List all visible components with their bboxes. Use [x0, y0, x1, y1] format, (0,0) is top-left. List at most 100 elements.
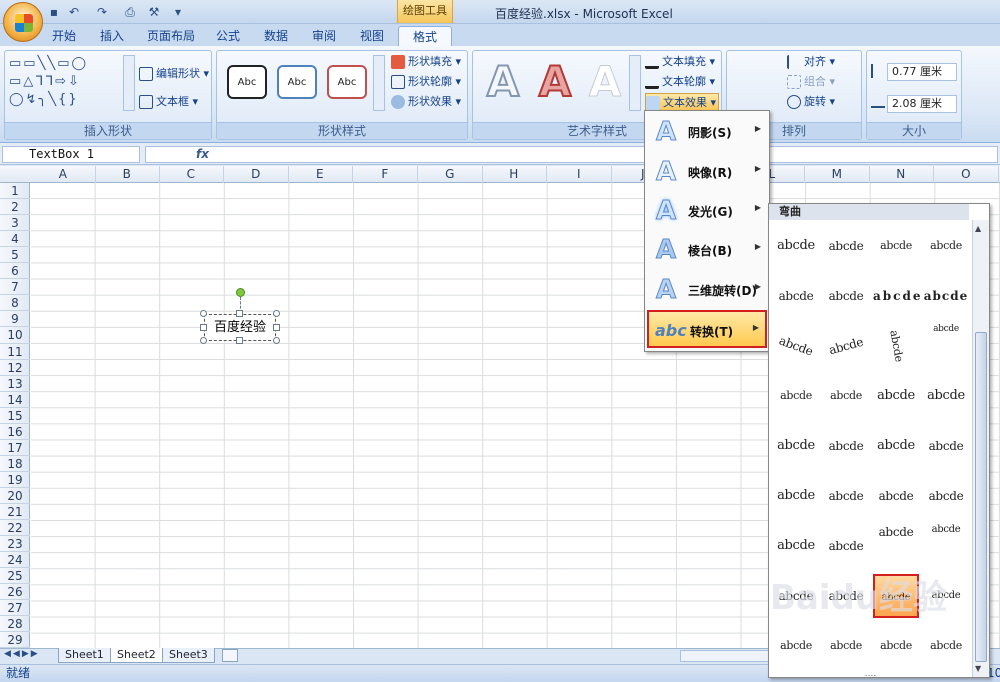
transform-style-option[interactable]: abcde [923, 374, 969, 418]
tab-page-layout[interactable]: 页面布局 [143, 26, 199, 46]
tab-data[interactable]: 数据 [258, 26, 294, 46]
row-header-12[interactable]: 12 [0, 360, 30, 376]
tools-icon[interactable]: ⚒ [146, 4, 162, 20]
row-header-18[interactable]: 18 [0, 456, 30, 472]
undo-icon[interactable]: ↶ [66, 4, 82, 20]
transform-style-option[interactable]: abcde [767, 317, 825, 374]
shapes-gallery-scroll[interactable] [123, 55, 135, 111]
group-button[interactable]: 组合 ▾ [787, 73, 835, 91]
submenu-resize-grip[interactable]: .... [769, 670, 972, 679]
transform-style-option[interactable]: abcde [773, 274, 819, 318]
transform-style-option[interactable]: abcde [923, 424, 969, 468]
resize-handle-top-left[interactable] [200, 310, 207, 317]
shape-width-input[interactable]: 2.08 厘米 [887, 95, 957, 113]
transform-style-option[interactable]: abcde [823, 374, 869, 418]
sheet-nav-arrows-icon[interactable]: ◀◀▶▶ [4, 649, 40, 659]
transform-style-option[interactable]: abcde [823, 474, 869, 518]
edit-shape-button[interactable]: 编辑形状 ▾ [139, 65, 209, 83]
column-header-e[interactable]: E [288, 166, 353, 183]
menu-item-bevel[interactable]: A 棱台(B) ▶ [647, 231, 767, 269]
name-box[interactable]: TextBox 1 [2, 146, 140, 163]
row-header-14[interactable]: 14 [0, 392, 30, 408]
transform-style-option[interactable]: abcde [873, 424, 919, 468]
transform-style-option[interactable]: abcde [818, 319, 874, 373]
menu-item-glow[interactable]: A 发光(G) ▶ [647, 192, 767, 230]
wordart-style-outline[interactable]: A [479, 56, 527, 107]
sheet-tab-sheet2[interactable]: Sheet2 [110, 648, 163, 663]
row-header-7[interactable]: 7 [0, 279, 30, 296]
rotation-handle[interactable] [236, 288, 245, 297]
shape-styles-scroll[interactable] [373, 55, 385, 111]
row-header-21[interactable]: 21 [0, 504, 30, 521]
transform-style-option[interactable]: abcde [823, 224, 869, 268]
transform-style-option[interactable]: abcde [870, 320, 921, 373]
column-header-f[interactable]: F [353, 166, 418, 183]
row-header-6[interactable]: 6 [0, 263, 30, 280]
transform-style-option[interactable]: abcde [823, 624, 869, 668]
shape-height-input[interactable]: 0.77 厘米 [887, 63, 957, 81]
row-header-9[interactable]: 9 [0, 311, 30, 328]
submenu-scroll-thumb[interactable] [975, 332, 987, 662]
text-effect-button[interactable]: 文本效果 ▾ [645, 93, 720, 111]
transform-style-option[interactable]: abcde [773, 624, 819, 668]
row-header-10[interactable]: 10 [0, 327, 30, 344]
transform-style-option[interactable]: abcde [773, 524, 819, 568]
column-header-n[interactable]: N [869, 166, 934, 183]
fx-icon[interactable]: fx [196, 147, 209, 161]
column-header-g[interactable]: G [418, 166, 483, 183]
row-header-3[interactable]: 3 [0, 215, 30, 232]
row-header-24[interactable]: 24 [0, 552, 30, 569]
row-header-16[interactable]: 16 [0, 424, 30, 440]
transform-style-option[interactable]: abcde [773, 224, 819, 268]
row-header-20[interactable]: 20 [0, 488, 30, 505]
transform-style-option[interactable]: abcde [773, 374, 819, 418]
shapes-gallery[interactable]: ▭▭╲╲▭◯ ▭△ᒣᒣ⇨⇩ ◯↯╮╲{} [9, 55, 127, 109]
transform-style-option[interactable]: abcde [923, 524, 969, 568]
row-header-4[interactable]: 4 [0, 231, 30, 248]
wordart-style-white[interactable]: A [581, 57, 629, 107]
transform-style-option[interactable]: abcde [823, 524, 869, 568]
scroll-down-icon[interactable]: ▼ [975, 664, 981, 673]
text-outline-button[interactable]: 文本轮廓 ▾ [645, 73, 715, 91]
tab-review[interactable]: 审阅 [306, 26, 342, 46]
row-header-11[interactable]: 11 [0, 344, 30, 360]
resize-handle-top[interactable] [236, 310, 243, 317]
row-header-19[interactable]: 19 [0, 472, 30, 488]
row-header-1[interactable]: 1 [0, 183, 30, 200]
tab-view[interactable]: 视图 [354, 26, 390, 46]
transform-style-option[interactable]: abcde [923, 224, 969, 268]
formula-input[interactable]: fx [145, 146, 998, 163]
tab-home[interactable]: 开始 [46, 26, 82, 46]
row-header-25[interactable]: 25 [0, 568, 30, 585]
transform-style-option[interactable]: abcde [873, 374, 919, 418]
row-header-29[interactable]: 29 [0, 632, 30, 649]
row-header-17[interactable]: 17 [0, 440, 30, 456]
row-header-2[interactable]: 2 [0, 199, 30, 216]
shape-outline-button[interactable]: 形状轮廓 ▾ [391, 73, 461, 91]
row-header-13[interactable]: 13 [0, 376, 30, 392]
office-button[interactable] [3, 2, 43, 42]
redo-icon[interactable]: ↷ [94, 4, 110, 20]
row-header-28[interactable]: 28 [0, 616, 30, 633]
text-box-button[interactable]: 文本框 ▾ [139, 93, 198, 111]
column-header-a[interactable]: A [31, 166, 96, 183]
customize-qat-icon[interactable]: ▾ [170, 4, 186, 20]
horizontal-scrollbar[interactable] [680, 650, 770, 662]
resize-handle-bottom[interactable] [236, 337, 243, 344]
transform-style-option[interactable]: abcde [923, 474, 969, 518]
transform-style-option[interactable]: abcde [923, 624, 969, 668]
tab-insert[interactable]: 插入 [94, 26, 130, 46]
column-header-o[interactable]: O [934, 166, 999, 183]
wordart-style-red[interactable]: A [531, 56, 579, 107]
row-header-22[interactable]: 22 [0, 520, 30, 537]
align-button[interactable]: 对齐 ▾ [787, 53, 835, 71]
rotate-button[interactable]: 旋转 ▾ [787, 93, 835, 111]
menu-item-shadow[interactable]: A 阴影(S) ▶ [647, 113, 767, 151]
resize-handle-bottom-right[interactable] [273, 337, 280, 344]
transform-style-option[interactable]: abcde [873, 474, 919, 518]
tab-formulas[interactable]: 公式 [210, 26, 246, 46]
column-header-d[interactable]: D [224, 166, 289, 183]
resize-handle-bottom-left[interactable] [200, 337, 207, 344]
transform-style-option[interactable]: abcde [773, 424, 819, 468]
transform-style-option[interactable]: abcde [823, 274, 869, 318]
